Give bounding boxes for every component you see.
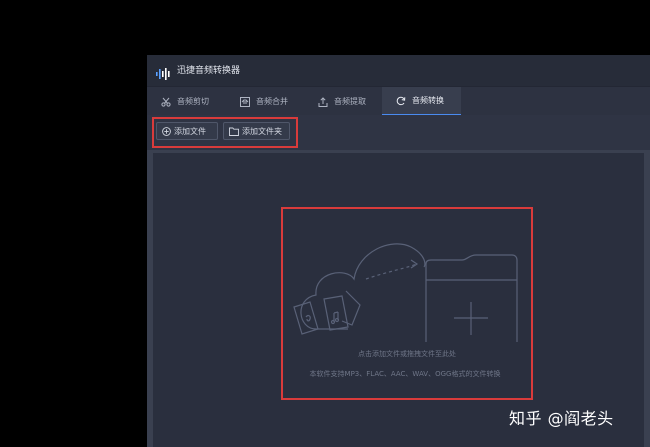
tab-audio-merge[interactable]: 音频合并 bbox=[240, 87, 310, 116]
tab-label: 音频转换 bbox=[412, 96, 444, 105]
watermark-text: 知乎 @阎老头 bbox=[509, 409, 614, 428]
add-file-button[interactable]: 添加文件 bbox=[156, 122, 218, 140]
add-folder-label: 添加文件夹 bbox=[242, 126, 282, 136]
supported-formats-text: 本软件支持MP3、FLAC、AAC、WAV、OGG格式的文件转换 bbox=[309, 370, 501, 378]
toolbar: 添加文件 添加文件夹 bbox=[147, 115, 650, 150]
tab-label: 音频剪切 bbox=[177, 97, 209, 106]
add-file-label: 添加文件 bbox=[174, 126, 206, 136]
app-title: 迅捷音频转换器 bbox=[177, 66, 241, 76]
tab-audio-extract[interactable]: 音频提取 bbox=[318, 87, 388, 116]
upload-icon bbox=[318, 96, 328, 107]
add-folder-button[interactable]: 添加文件夹 bbox=[223, 122, 290, 140]
refresh-icon bbox=[396, 96, 406, 106]
tab-audio-cut[interactable]: 音频剪切 bbox=[161, 87, 231, 116]
tab-audio-convert[interactable]: 音频转换 bbox=[382, 87, 461, 116]
scissors-icon bbox=[161, 97, 171, 107]
folder-icon bbox=[229, 127, 239, 136]
tab-label: 音频合并 bbox=[256, 97, 288, 106]
app-window: 迅捷音频转换器 音频剪切 音频合并 音频提取 音频转换 添加文件 添加文件夹 点… bbox=[147, 55, 650, 447]
audio-wave-logo-icon bbox=[156, 65, 172, 84]
title-bar: 迅捷音频转换器 bbox=[147, 55, 650, 86]
plus-circle-icon bbox=[162, 126, 171, 136]
drop-hint-text: 点击添加文件或拖拽文件至此处 bbox=[358, 350, 456, 358]
drop-frame: 点击添加文件或拖拽文件至此处 本软件支持MP3、FLAC、AAC、WAV、OGG… bbox=[147, 150, 650, 447]
file-drop-area[interactable]: 点击添加文件或拖拽文件至此处 本软件支持MP3、FLAC、AAC、WAV、OGG… bbox=[153, 153, 644, 447]
tab-label: 音频提取 bbox=[334, 97, 366, 106]
merge-icon bbox=[240, 96, 250, 107]
tab-bar: 音频剪切 音频合并 音频提取 音频转换 bbox=[147, 86, 650, 116]
